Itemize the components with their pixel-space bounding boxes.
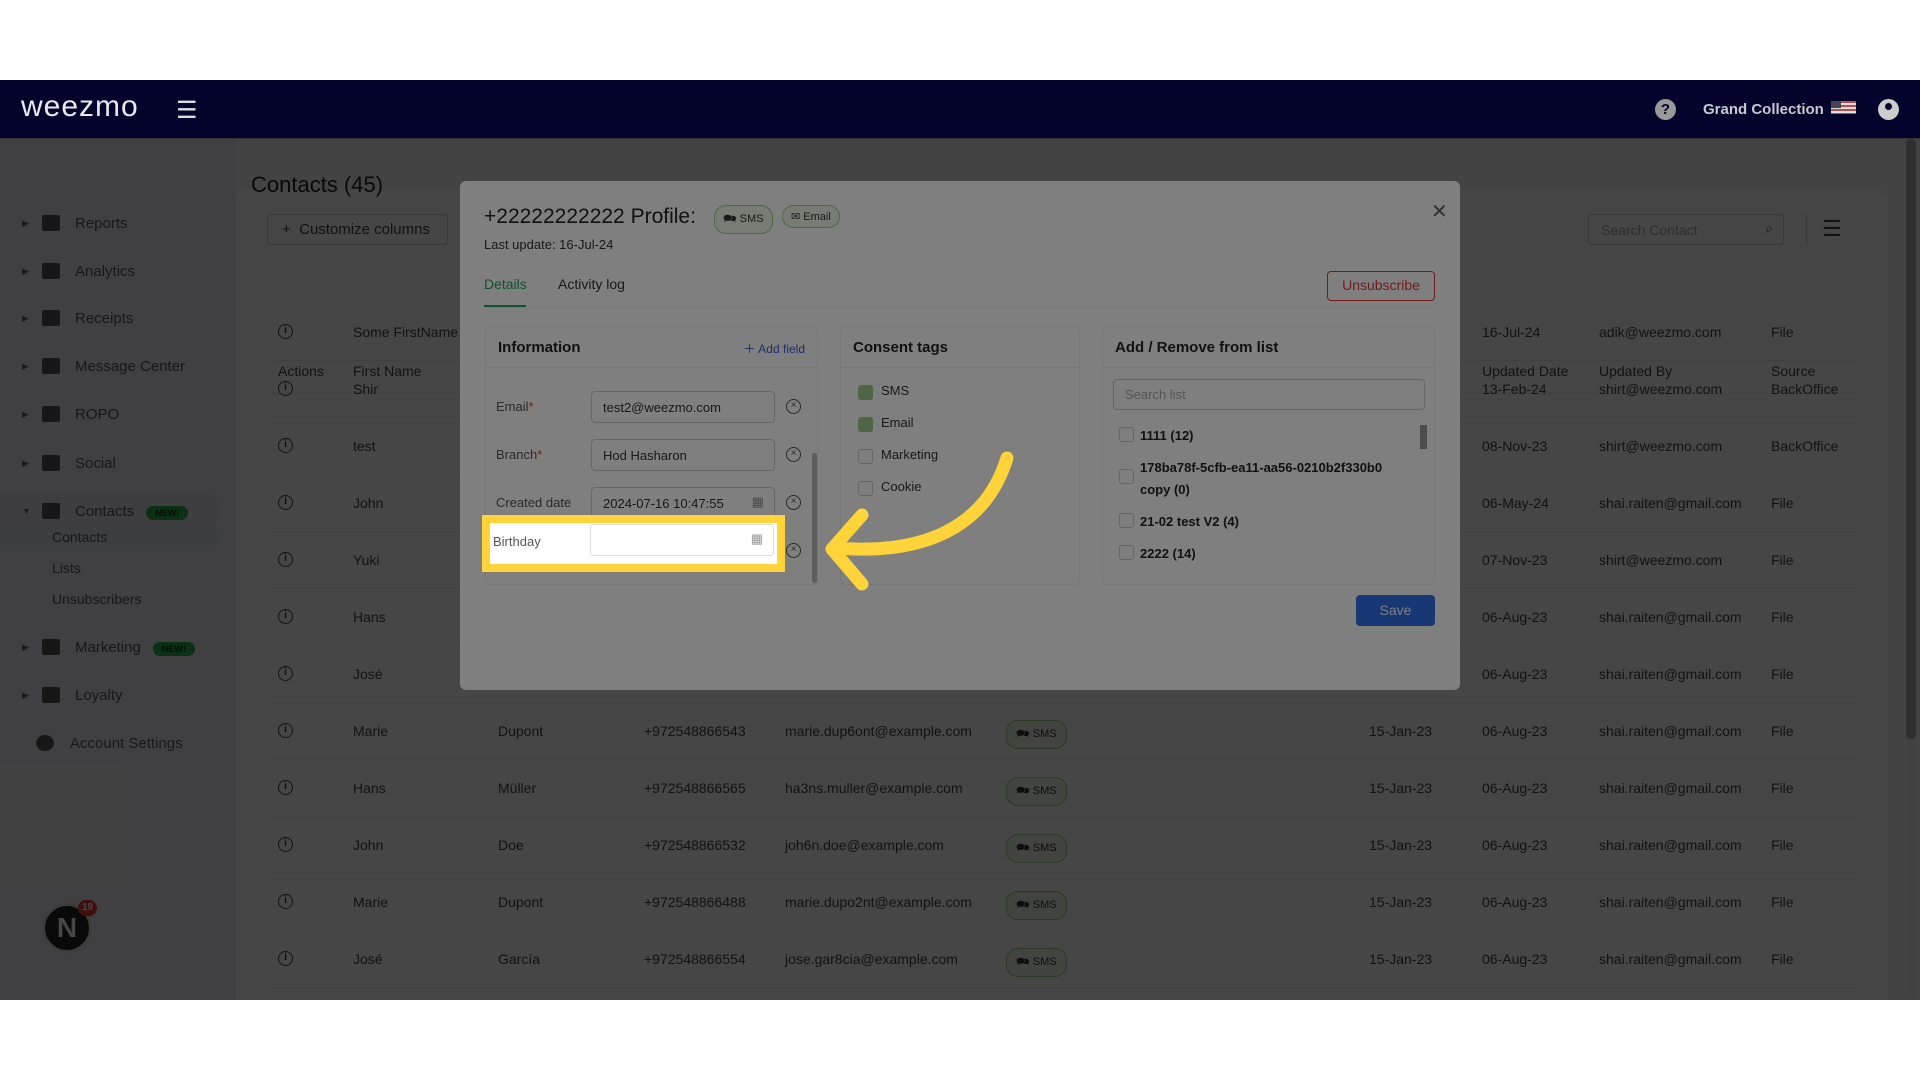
user-icon[interactable] [1878, 99, 1899, 120]
tutorial-overlay [0, 80, 1920, 1000]
birthday-input[interactable]: ▦ [590, 524, 774, 556]
us-flag-icon[interactable] [1831, 101, 1856, 114]
account-name[interactable]: Grand Collection [1703, 101, 1824, 118]
calendar-icon: ▦ [750, 531, 763, 546]
birthday-label: Birthday [493, 534, 541, 549]
weezmo-logo[interactable]: weezmo [21, 90, 139, 124]
help-icon[interactable]: ? [1655, 99, 1676, 120]
birthday-highlight: Birthday ▦ [482, 515, 785, 572]
menu-icon[interactable]: ☰ [176, 96, 198, 125]
navbar: weezmo ☰ ? Grand Collection [0, 80, 1920, 139]
